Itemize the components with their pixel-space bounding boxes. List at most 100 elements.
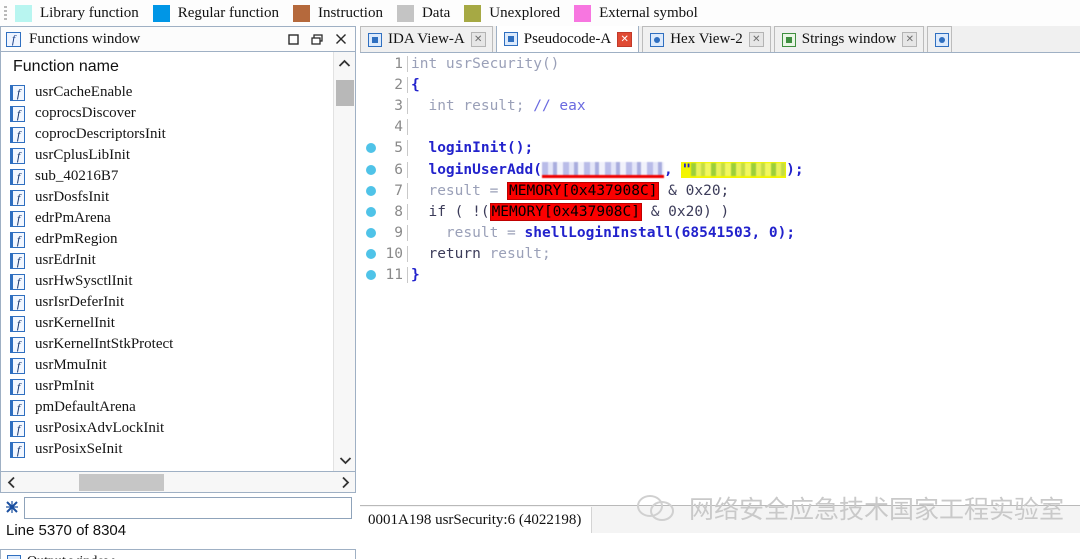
tab-close-icon[interactable]: ✕	[749, 32, 764, 47]
tabstrip: IDA View-A ✕ Pseudocode-A ✕ Hex View-2 ✕…	[360, 26, 1080, 53]
functions-list-panel: Function name fusrCacheEnable fcoprocsDi…	[0, 51, 356, 472]
line-count-status: Line 5370 of 8304	[6, 522, 126, 539]
code-line[interactable]: 5 loginInit();	[360, 138, 1080, 159]
legend-item-regular-function: Regular function	[153, 5, 279, 22]
code-line[interactable]: 3 int result; // eax	[360, 95, 1080, 116]
tab-strings-window[interactable]: Strings window ✕	[774, 26, 925, 52]
list-item[interactable]: fedrPmRegion	[2, 229, 332, 250]
chevron-up-icon[interactable]	[334, 52, 355, 74]
column-header-function-name[interactable]: Function name	[1, 52, 355, 81]
workspace: f Functions window Function name fusrCac…	[0, 26, 1080, 533]
list-item[interactable]: fusrEdrInit	[2, 250, 332, 271]
breakpoint-marker[interactable]	[360, 143, 382, 153]
restore-button[interactable]	[305, 29, 329, 50]
code-line[interactable]: 1 int usrSecurity()	[360, 53, 1080, 74]
list-item[interactable]: fusrCacheEnable	[2, 82, 332, 103]
chevron-right-icon[interactable]	[335, 473, 355, 492]
highlighted-memory-expression[interactable]: MEMORY[0x437908C]	[490, 203, 642, 221]
function-name-label: usrCacheEnable	[35, 84, 132, 101]
breakpoint-marker[interactable]	[360, 186, 382, 196]
breakpoint-marker[interactable]	[360, 165, 382, 175]
list-item[interactable]: fusrHwSysctlInit	[2, 271, 332, 292]
line-number: 1	[382, 56, 408, 72]
code-line[interactable]: 9 result = shellLoginInstall(68541503, 0…	[360, 223, 1080, 244]
pseudocode-icon	[504, 32, 518, 46]
chevron-down-icon[interactable]	[334, 449, 356, 471]
legend-item-library-function: Library function	[15, 5, 139, 22]
function-list[interactable]: fusrCacheEnable fcoprocsDiscover fcoproc…	[2, 82, 332, 471]
scrollbar-thumb[interactable]	[79, 474, 164, 491]
function-f-icon: f	[6, 32, 21, 47]
function-name-label: usrDosfsInit	[35, 189, 109, 206]
function-f-icon: f	[10, 316, 25, 332]
minimize-button[interactable]	[281, 29, 305, 50]
list-item[interactable]: fusrPmInit	[2, 376, 332, 397]
code-token: if ( !(	[411, 204, 490, 220]
breakpoint-marker[interactable]	[360, 228, 382, 238]
list-item[interactable]: fusrDosfsInit	[2, 187, 332, 208]
breakpoint-marker[interactable]	[360, 249, 382, 259]
tab-label: IDA View-A	[388, 31, 465, 48]
tab-close-icon[interactable]: ✕	[902, 32, 917, 47]
functions-vertical-scrollbar[interactable]	[333, 52, 355, 471]
functions-window-titlebar[interactable]: f Functions window	[0, 26, 356, 51]
code-line[interactable]: 10 return result;	[360, 244, 1080, 265]
function-name-label: usrPmInit	[35, 378, 94, 395]
tab-output-window[interactable]: Output window	[0, 549, 356, 559]
function-name-label: coprocsDiscover	[35, 105, 136, 122]
color-swatch-icon	[153, 5, 170, 22]
legend-item-unexplored: Unexplored	[464, 5, 560, 22]
line-number: 5	[382, 140, 408, 156]
highlighted-memory-expression[interactable]: MEMORY[0x437908C]	[507, 182, 659, 200]
legend-bar: Library function Regular function Instru…	[0, 0, 1080, 26]
legend-label: Instruction	[318, 5, 383, 22]
close-button[interactable]	[329, 29, 353, 50]
chevron-left-icon[interactable]	[1, 473, 21, 492]
list-item[interactable]: fusrPosixAdvLockInit	[2, 418, 332, 439]
code-line[interactable]: 7 result = MEMORY[0x437908C] & 0x20;	[360, 180, 1080, 201]
code-content: if ( !(MEMORY[0x437908C] & 0x20) )	[408, 204, 729, 220]
tab-hex-view-2[interactable]: Hex View-2 ✕	[642, 26, 771, 52]
list-item[interactable]: fedrPmArena	[2, 208, 332, 229]
hex-view-icon	[650, 33, 664, 47]
list-item[interactable]: fusrKernelInit	[2, 313, 332, 334]
legend-label: External symbol	[599, 5, 698, 22]
breakpoint-marker[interactable]	[360, 207, 382, 217]
code-token: shellLoginInstall(68541503, 0);	[525, 225, 796, 241]
clear-filter-icon[interactable]	[0, 500, 24, 517]
list-item[interactable]: fcoprocsDiscover	[2, 103, 332, 124]
code-line[interactable]: 4	[360, 117, 1080, 138]
code-line[interactable]: 2 {	[360, 74, 1080, 95]
output-window-icon	[7, 555, 21, 559]
code-line[interactable]: 8 if ( !(MEMORY[0x437908C] & 0x20) )	[360, 201, 1080, 222]
functions-horizontal-scrollbar[interactable]	[0, 472, 356, 493]
list-item[interactable]: fpmDefaultArena	[2, 397, 332, 418]
pseudocode-editor[interactable]: 1 int usrSecurity() 2 { 3 int result; //…	[360, 53, 1080, 505]
list-item[interactable]: fsub_40216B7	[2, 166, 332, 187]
color-swatch-icon	[15, 5, 32, 22]
list-item[interactable]: fcoprocDescriptorsInit	[2, 124, 332, 145]
hex-view-icon	[935, 33, 949, 47]
tab-pseudocode-a[interactable]: Pseudocode-A ✕	[496, 26, 639, 52]
function-name-label: usrKernelIntStkProtect	[35, 336, 173, 353]
strings-icon	[782, 33, 796, 47]
scrollbar-track[interactable]	[21, 473, 335, 492]
function-f-icon: f	[10, 148, 25, 164]
tab-close-icon[interactable]: ✕	[617, 32, 632, 47]
redacted-argument	[691, 163, 785, 176]
list-item[interactable]: fusrMmuInit	[2, 355, 332, 376]
list-item[interactable]: fusrCplusLibInit	[2, 145, 332, 166]
function-name-label: pmDefaultArena	[35, 399, 136, 416]
breakpoint-marker[interactable]	[360, 270, 382, 280]
list-item[interactable]: fusrIsrDeferInit	[2, 292, 332, 313]
list-item[interactable]: fusrPosixSeInit	[2, 439, 332, 460]
scrollbar-thumb[interactable]	[336, 80, 354, 106]
code-line[interactable]: 11 }	[360, 265, 1080, 286]
code-line[interactable]: 6 loginUserAdd(, ");	[360, 159, 1080, 180]
list-item[interactable]: fusrKernelIntStkProtect	[2, 334, 332, 355]
toolbar-grip[interactable]	[2, 3, 9, 23]
filter-input[interactable]	[24, 497, 352, 519]
tab-overflow-partial[interactable]	[927, 26, 952, 52]
tab-close-icon[interactable]: ✕	[471, 32, 486, 47]
tab-ida-view-a[interactable]: IDA View-A ✕	[360, 26, 493, 52]
